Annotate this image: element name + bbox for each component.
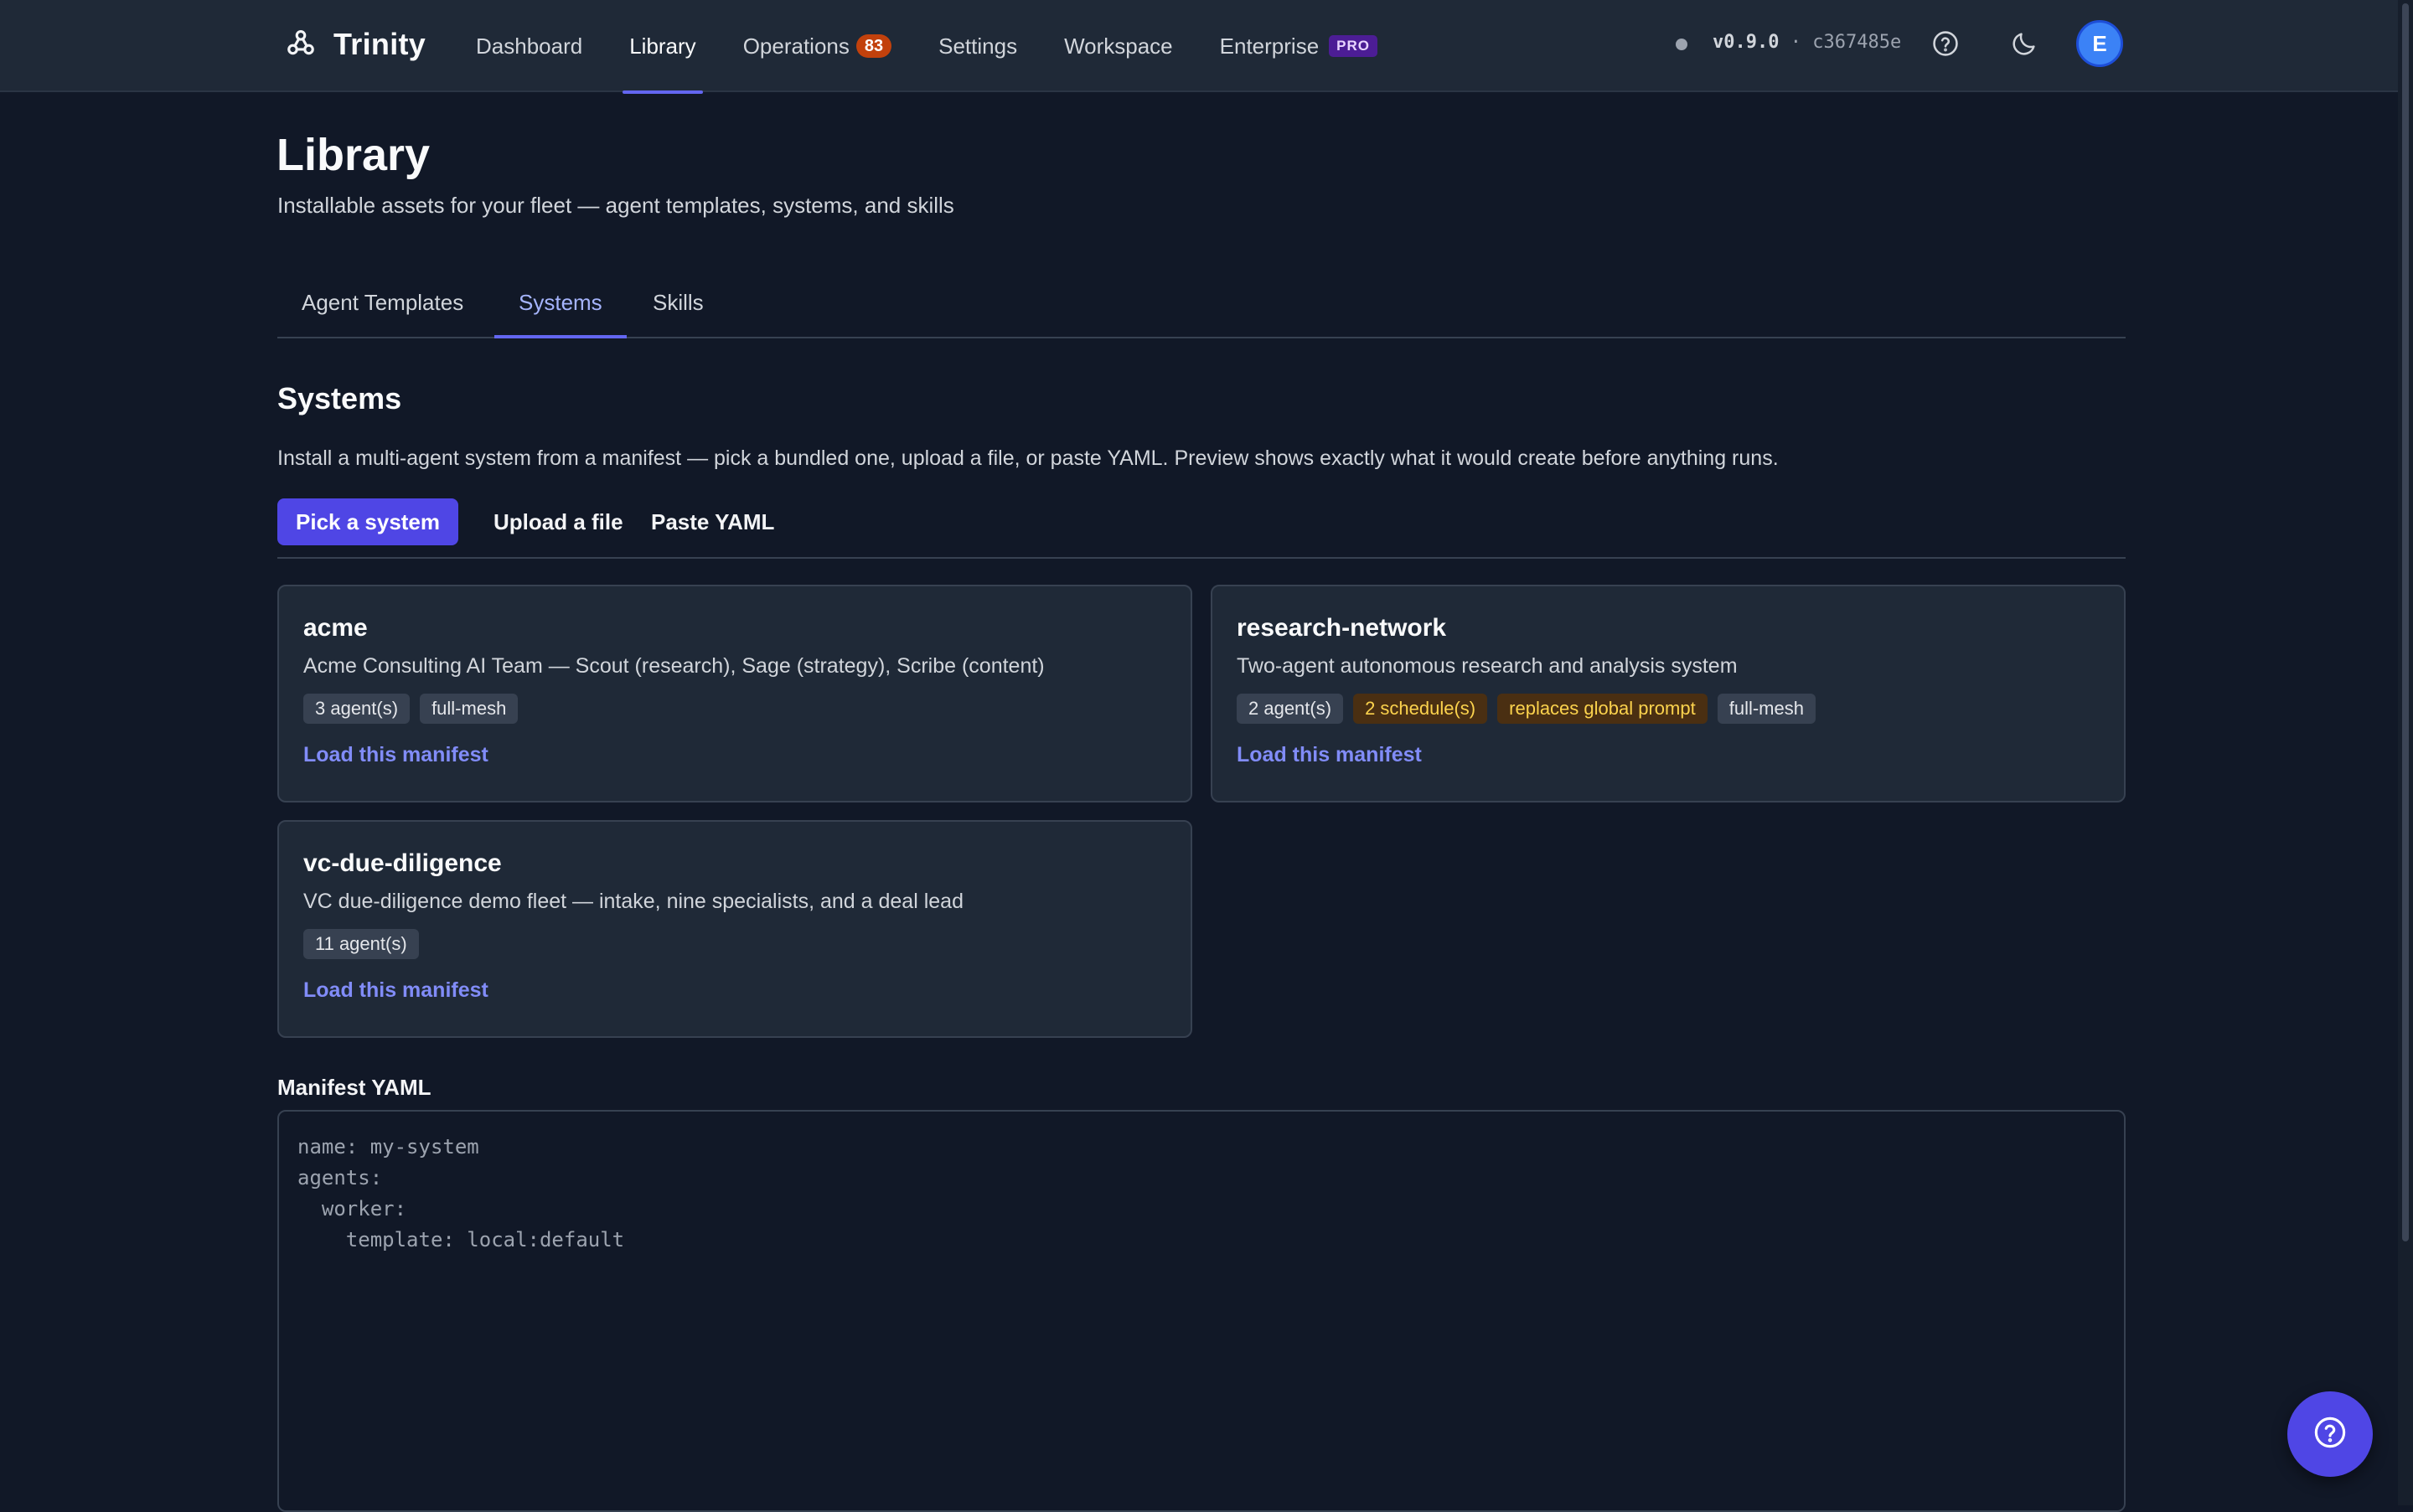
tab-agent-templates[interactable]: Agent Templates bbox=[277, 276, 488, 338]
system-card-acme: acme Acme Consulting AI Team — Scout (re… bbox=[277, 585, 1192, 802]
system-name: vc-due-diligence bbox=[303, 849, 502, 877]
nav-link-workspace[interactable]: Workspace bbox=[1041, 0, 1196, 92]
help-circle-icon bbox=[1931, 29, 1960, 62]
nav-link-label: Settings bbox=[938, 33, 1018, 59]
library-tabs: Agent Templates Systems Skills bbox=[277, 276, 2126, 338]
page-subtitle: Installable assets for your fleet — agen… bbox=[277, 193, 954, 218]
subtab-paste-yaml[interactable]: Paste YAML bbox=[633, 498, 793, 545]
section-title: Systems bbox=[277, 381, 402, 415]
system-name: acme bbox=[303, 614, 368, 642]
schedule-count-tag: 2 schedule(s) bbox=[1353, 694, 1488, 724]
section-description: Install a multi-agent system from a mani… bbox=[277, 446, 1779, 470]
nav-link-settings[interactable]: Settings bbox=[915, 0, 1041, 92]
subtab-pick-a-system[interactable]: Pick a system bbox=[277, 498, 459, 545]
top-navigation-bar: Trinity Dashboard Library Operations 83 … bbox=[0, 0, 2413, 94]
tab-systems[interactable]: Systems bbox=[494, 276, 627, 338]
tab-skills[interactable]: Skills bbox=[628, 276, 728, 338]
connection-status-dot bbox=[1676, 39, 1687, 50]
load-manifest-link[interactable]: Load this manifest bbox=[1237, 741, 1422, 769]
agent-count-tag: 3 agent(s) bbox=[303, 694, 411, 724]
manifest-yaml-label: Manifest YAML bbox=[277, 1075, 431, 1100]
help-circle-icon bbox=[2312, 1415, 2348, 1454]
global-prompt-warning-tag: replaces global prompt bbox=[1497, 694, 1708, 724]
system-description: Two-agent autonomous research and analys… bbox=[1237, 654, 1738, 678]
main-nav: Dashboard Library Operations 83 Settings… bbox=[452, 0, 1401, 94]
source-subtabs: Pick a system Upload a file Paste YAML bbox=[277, 498, 2126, 559]
trinity-logo-icon bbox=[285, 27, 317, 63]
pro-badge: PRO bbox=[1329, 35, 1377, 57]
topology-tag: full-mesh bbox=[1717, 694, 1816, 724]
brand-name: Trinity bbox=[333, 27, 426, 61]
system-card-research-network: research-network Two-agent autonomous re… bbox=[1211, 585, 2126, 802]
nav-link-label: Enterprise bbox=[1219, 33, 1320, 59]
system-tags: 3 agent(s) full-mesh bbox=[303, 694, 519, 724]
load-manifest-link[interactable]: Load this manifest bbox=[303, 976, 488, 1004]
version-info: v0.9.0 · c367485e bbox=[1713, 30, 1901, 55]
load-manifest-link[interactable]: Load this manifest bbox=[303, 741, 488, 769]
system-tags: 2 agent(s) 2 schedule(s) replaces global… bbox=[1237, 694, 1816, 724]
subtab-upload-a-file[interactable]: Upload a file bbox=[475, 498, 642, 545]
operations-count-badge: 83 bbox=[855, 34, 892, 58]
theme-toggle-button[interactable] bbox=[2004, 25, 2044, 65]
nav-link-label: Library bbox=[629, 33, 696, 59]
nav-link-label: Operations bbox=[742, 33, 850, 59]
floating-help-button[interactable] bbox=[2287, 1391, 2373, 1477]
nav-link-library[interactable]: Library bbox=[606, 0, 719, 94]
agent-count-tag: 2 agent(s) bbox=[1237, 694, 1344, 724]
moon-icon bbox=[2010, 29, 2038, 62]
agent-count-tag: 11 agent(s) bbox=[303, 929, 419, 959]
nav-link-label: Workspace bbox=[1064, 33, 1173, 59]
commit-hash: c367485e bbox=[1812, 32, 1902, 53]
system-description: VC due-diligence demo fleet — intake, ni… bbox=[303, 890, 964, 913]
version-number: v0.9.0 bbox=[1713, 32, 1780, 53]
nav-link-dashboard[interactable]: Dashboard bbox=[452, 0, 606, 92]
page-title: Library bbox=[276, 130, 431, 180]
system-card-vc-due-diligence: vc-due-diligence VC due-diligence demo f… bbox=[277, 820, 1192, 1038]
nav-link-operations[interactable]: Operations 83 bbox=[720, 0, 915, 92]
system-description: Acme Consulting AI Team — Scout (researc… bbox=[303, 654, 1045, 678]
nav-link-enterprise[interactable]: Enterprise PRO bbox=[1196, 0, 1401, 92]
manifest-yaml-editor[interactable] bbox=[277, 1110, 2126, 1512]
version-separator: · bbox=[1790, 32, 1801, 53]
system-name: research-network bbox=[1237, 614, 1447, 642]
user-avatar[interactable]: E bbox=[2076, 20, 2123, 67]
help-button[interactable] bbox=[1925, 25, 1966, 65]
nav-link-label: Dashboard bbox=[476, 33, 583, 59]
brand[interactable]: Trinity bbox=[285, 23, 426, 65]
system-tags: 11 agent(s) bbox=[303, 929, 419, 959]
scrollbar-thumb[interactable] bbox=[2402, 3, 2409, 1241]
topology-tag: full-mesh bbox=[420, 694, 519, 724]
